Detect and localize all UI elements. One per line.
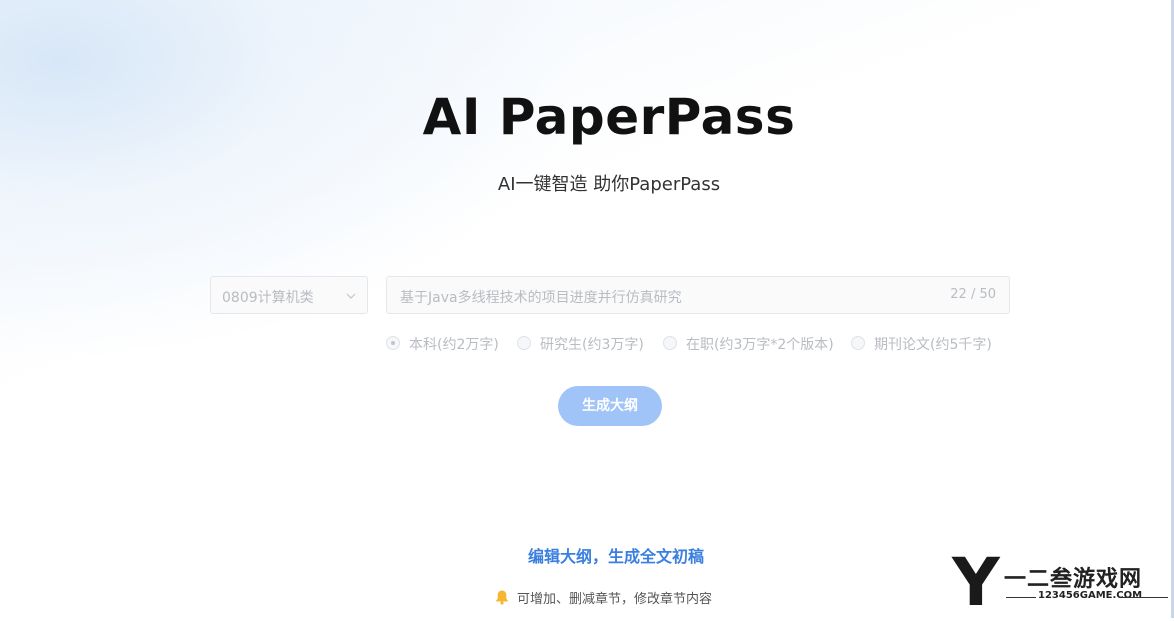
watermark-rule (1006, 597, 1036, 598)
watermark-rule (1122, 597, 1168, 598)
major-select[interactable]: 0809计算机类 (210, 276, 368, 314)
radio-label: 本科(约2万字) (409, 337, 499, 353)
feature-tip-text: 可增加、删减章节，修改章节内容 (517, 592, 713, 607)
topic-input-value: 基于Java多线程技术的项目进度并行仿真研究 (400, 290, 682, 306)
major-select-value: 0809计算机类 (222, 290, 314, 306)
radio-dot (663, 336, 677, 350)
chevron-down-icon (346, 293, 356, 299)
topic-input[interactable]: 基于Java多线程技术的项目进度并行仿真研究 22 / 50 (386, 276, 1010, 314)
bell-icon (496, 590, 508, 605)
page-subtitle: AI一键智造 助你PaperPass (497, 174, 721, 195)
watermark-logo-y: Y (952, 544, 1000, 621)
generate-outline-button[interactable]: 生成大纲 (558, 386, 662, 426)
radio-dot (517, 336, 531, 350)
radio-dot (851, 336, 865, 350)
watermark-url: 123456GAME.COM (1038, 590, 1143, 601)
radio-dot (386, 336, 400, 350)
watermark-name: 一二叁游戏网 (1004, 567, 1143, 592)
radio-label: 研究生(约3万字) (540, 337, 644, 353)
radio-label: 期刊论文(约5千字) (874, 337, 992, 353)
site-watermark: Y 一二叁游戏网 123456GAME.COM (952, 544, 1174, 621)
page-title: AI PaperPass (422, 88, 796, 146)
radio-label: 在职(约3万字*2个版本) (686, 337, 834, 353)
char-counter: 22 / 50 (950, 287, 996, 302)
